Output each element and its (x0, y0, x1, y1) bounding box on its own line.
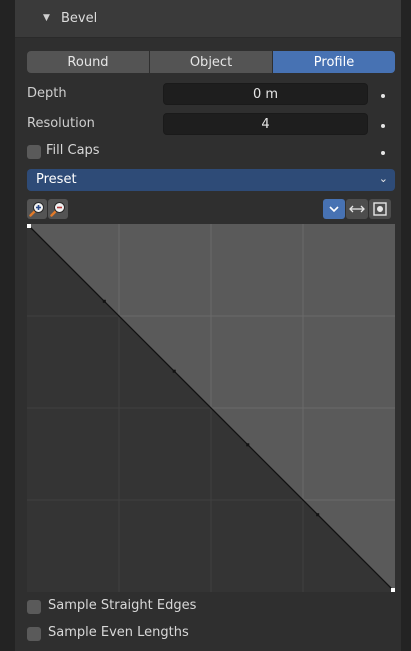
zoom-in-button[interactable] (27, 199, 47, 219)
tab-round[interactable]: Round (27, 51, 150, 73)
curve-tools (323, 199, 393, 219)
clipping-button[interactable] (369, 199, 391, 219)
fill-caps-animate-dot[interactable] (381, 151, 385, 155)
tab-object[interactable]: Object (150, 51, 273, 73)
preset-label: Preset (36, 172, 77, 187)
fill-caps-checkbox[interactable] (27, 145, 41, 159)
fill-caps-label: Fill Caps (46, 143, 100, 158)
bevel-panel: ▼ Bevel Round Object Profile Depth 0 m R… (15, 0, 401, 651)
curve-control-point[interactable] (172, 369, 176, 373)
resolution-animate-dot[interactable] (381, 124, 385, 128)
zoom-out-icon (50, 202, 65, 217)
panel-title: Bevel (61, 11, 98, 26)
curve-control-point[interactable] (102, 299, 106, 303)
panel-header[interactable]: ▼ Bevel (15, 0, 401, 38)
flip-profile-button[interactable] (346, 199, 368, 219)
sample-even-lengths-label: Sample Even Lengths (48, 625, 189, 640)
curve-menu-button[interactable] (323, 199, 345, 219)
bevel-mode-selector: Round Object Profile (27, 51, 395, 73)
resolution-field[interactable]: 4 (163, 113, 368, 135)
collapse-triangle-icon[interactable]: ▼ (43, 13, 50, 23)
curve-control-point[interactable] (316, 513, 320, 517)
zoom-in-icon (29, 202, 44, 217)
depth-animate-dot[interactable] (381, 94, 385, 98)
resolution-label: Resolution (27, 116, 95, 131)
zoom-out-button[interactable] (48, 199, 68, 219)
curve-control-point[interactable] (246, 443, 250, 447)
curve-control-point[interactable] (391, 588, 395, 592)
curve-control-point[interactable] (27, 224, 31, 228)
profile-curve-widget[interactable] (27, 224, 395, 592)
sample-even-lengths-checkbox[interactable] (27, 627, 41, 641)
depth-label: Depth (27, 86, 67, 101)
flip-horizontal-icon (349, 205, 365, 213)
clipping-icon (373, 202, 387, 216)
sample-straight-edges-label: Sample Straight Edges (48, 598, 197, 613)
tab-profile[interactable]: Profile (273, 51, 395, 73)
depth-field[interactable]: 0 m (163, 83, 368, 105)
chevron-down-icon: ⌄ (378, 172, 388, 185)
sample-straight-edges-checkbox[interactable] (27, 600, 41, 614)
preset-dropdown[interactable]: Preset ⌄ (27, 169, 395, 191)
chevron-down-icon (329, 206, 339, 213)
